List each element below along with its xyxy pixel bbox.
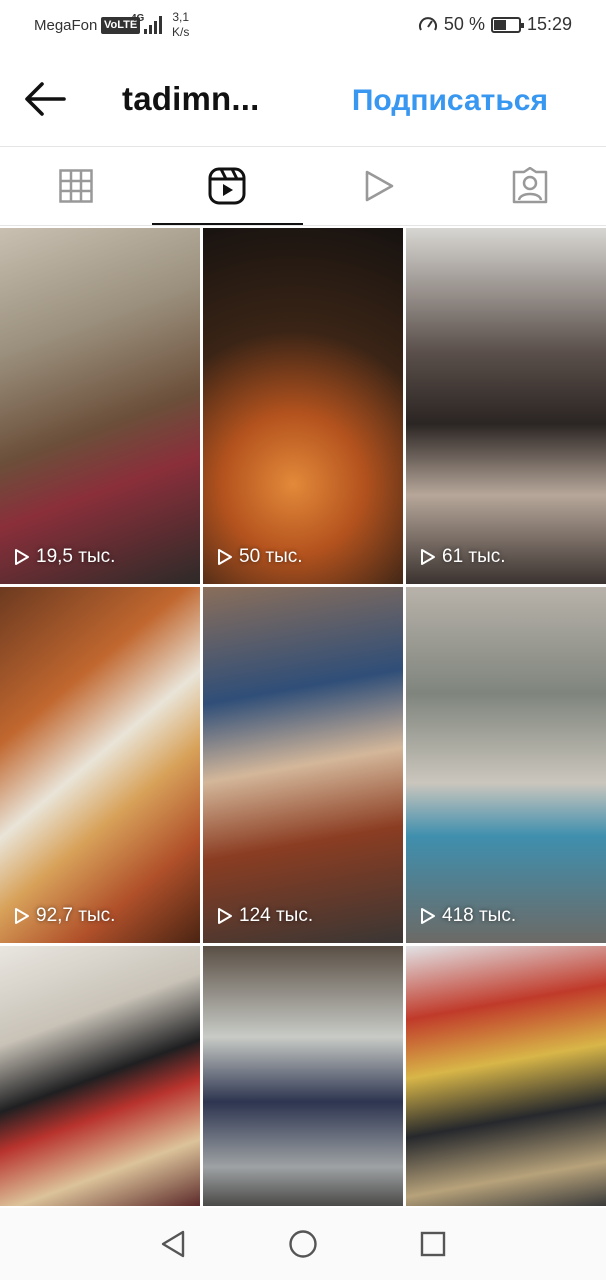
nav-recents-button[interactable]: [411, 1222, 455, 1266]
speedometer-icon: [418, 16, 437, 30]
view-count: 61 тыс.: [420, 546, 506, 568]
play-count-icon: [421, 549, 435, 565]
battery-fill: [493, 19, 506, 30]
play-count-icon: [218, 908, 232, 924]
tab-videos[interactable]: [303, 147, 455, 225]
reel-thumbnail[interactable]: 92,7 тыс.: [0, 587, 200, 943]
reel-thumbnail[interactable]: 418 тыс.: [406, 587, 606, 943]
nav-home-button[interactable]: [281, 1222, 325, 1266]
reel-thumbnail[interactable]: [0, 946, 200, 1206]
tab-tagged[interactable]: [455, 147, 606, 225]
tabs-divider: [0, 225, 606, 226]
play-count-icon: [218, 549, 232, 565]
play-icon: [365, 170, 394, 202]
nav-back-button[interactable]: [151, 1222, 195, 1266]
signal-icon: [142, 14, 164, 34]
view-count-label: 61 тыс.: [442, 546, 506, 567]
play-count-icon: [421, 908, 435, 924]
status-right: 50 % 15:29: [418, 14, 572, 35]
arrow-left-icon: [25, 82, 66, 116]
view-count-label: 92,7 тыс.: [36, 905, 116, 926]
view-count-label: 124 тыс.: [239, 905, 314, 926]
profile-username: tadimn...: [122, 80, 260, 117]
triangle-back-icon: [161, 1230, 185, 1258]
view-count: 418 тыс.: [420, 905, 516, 927]
tab-reels[interactable]: [151, 147, 304, 225]
system-nav-bar: [0, 1208, 606, 1280]
carrier-name: MegaFon: [34, 17, 98, 34]
play-count-icon: [15, 908, 29, 924]
battery-percent: 50 %: [443, 14, 485, 34]
square-recents-icon: [420, 1231, 446, 1257]
view-count-label: 50 тыс.: [239, 546, 303, 567]
grid-icon: [59, 169, 93, 203]
tab-grid[interactable]: [0, 147, 152, 225]
speed-value: 3,1: [172, 10, 190, 24]
tagged-person-icon: [513, 167, 548, 204]
view-count: 50 тыс.: [217, 546, 303, 568]
back-button[interactable]: [22, 79, 68, 119]
network-speed: 3,1 K/s: [172, 10, 189, 40]
view-count: 92,7 тыс.: [14, 905, 115, 927]
reel-thumbnail[interactable]: [203, 946, 403, 1206]
circle-home-icon: [289, 1230, 317, 1258]
play-count-icon: [15, 549, 29, 565]
battery-icon: [490, 16, 524, 33]
reel-thumbnail[interactable]: 124 тыс.: [203, 587, 403, 943]
view-count-label: 418 тыс.: [442, 905, 517, 926]
view-count: 19,5 тыс.: [14, 546, 115, 568]
reels-icon: [208, 167, 246, 205]
reels-grid: 19,5 тыс. 50 тыс. 61 тыс. 92,7 тыс. 124 …: [0, 228, 606, 1208]
profile-tabs: [0, 147, 606, 225]
reel-thumbnail[interactable]: 50 тыс.: [203, 228, 403, 584]
subscribe-button[interactable]: Подписаться: [352, 84, 548, 118]
profile-header: tadimn... Подписаться: [0, 52, 606, 146]
reel-thumbnail[interactable]: 61 тыс.: [406, 228, 606, 584]
speed-unit: K/s: [172, 25, 190, 39]
status-bar: MegaFon VoLTE 4G 3,1 K/s 50 % 15:29: [0, 0, 606, 52]
clock: 15:29: [526, 14, 572, 34]
reel-thumbnail[interactable]: 19,5 тыс.: [0, 228, 200, 584]
view-count: 124 тыс.: [217, 905, 313, 927]
view-count-label: 19,5 тыс.: [36, 546, 116, 567]
reel-thumbnail[interactable]: [406, 946, 606, 1206]
